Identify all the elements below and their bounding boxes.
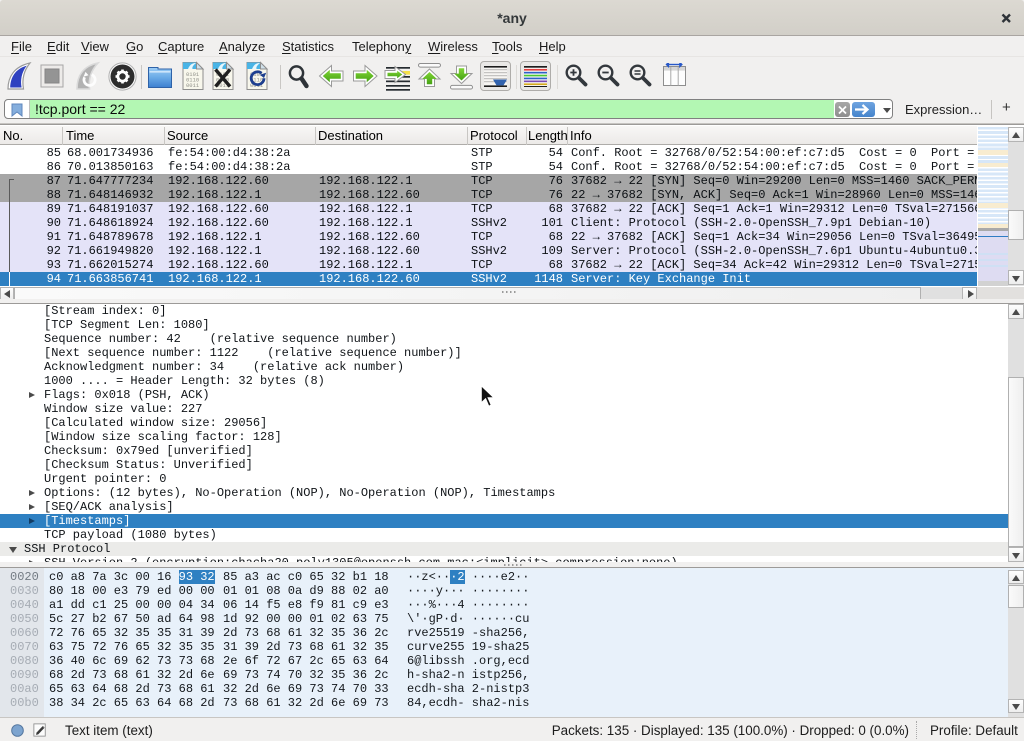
- svg-text:0011: 0011: [186, 82, 200, 89]
